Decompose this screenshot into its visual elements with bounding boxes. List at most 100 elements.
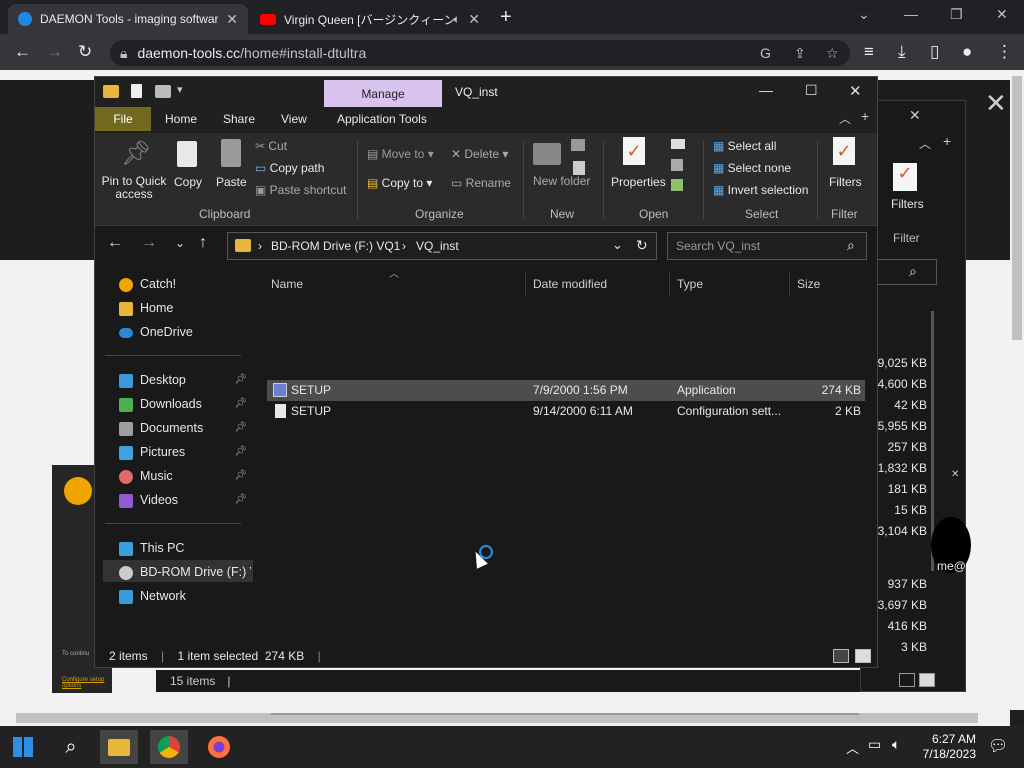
move-to-button[interactable]: ▤ Move to ▾: [367, 147, 434, 161]
network-icon[interactable]: ▭: [868, 736, 881, 753]
rename-button[interactable]: ▭ Rename: [451, 176, 511, 190]
nav-item-pictures[interactable]: Pictures 📌︎: [119, 441, 253, 463]
column-type[interactable]: Type: [677, 277, 703, 291]
horizontal-scrollbar[interactable]: [271, 713, 859, 715]
details-view-icon[interactable]: [899, 673, 915, 687]
maximize-icon[interactable]: ☐: [805, 82, 818, 99]
properties-button[interactable]: Properties: [611, 175, 666, 189]
column-divider[interactable]: [669, 271, 670, 297]
back-icon[interactable]: ←: [14, 42, 31, 62]
breadcrumb-folder[interactable]: VQ_inst: [416, 239, 459, 253]
reload-icon[interactable]: ↻: [78, 42, 92, 62]
scrollbar-thumb[interactable]: [1012, 76, 1022, 340]
nav-item-documents[interactable]: Documents 📌︎: [119, 417, 253, 439]
tab-view[interactable]: View: [281, 112, 307, 126]
file-row-setup-exe[interactable]: SETUP 7/9/2000 1:56 PM Application 274 K…: [267, 380, 865, 401]
new-tab-icon[interactable]: +: [500, 6, 512, 29]
menu-icon[interactable]: ⋮: [996, 42, 1013, 62]
bookmark-star-icon[interactable]: ☆: [826, 40, 839, 66]
column-divider[interactable]: [525, 271, 526, 297]
pin-ribbon-icon[interactable]: +: [943, 133, 951, 149]
new-item-icon[interactable]: [571, 139, 585, 151]
minimize-icon[interactable]: —: [759, 82, 773, 98]
nav-item-music[interactable]: Music 📌︎: [119, 465, 253, 487]
breadcrumb-drive[interactable]: BD-ROM Drive (F:) VQ1: [271, 239, 400, 253]
download-icon[interactable]: ⤓: [898, 42, 906, 62]
search-icon[interactable]: ⌕: [52, 730, 90, 764]
copy-button[interactable]: Copy: [174, 175, 202, 189]
search-icon[interactable]: ⌕: [847, 237, 855, 254]
volume-icon[interactable]: 🔈︎: [892, 736, 900, 753]
close-icon[interactable]: ✕: [951, 469, 959, 480]
help-plus-icon[interactable]: +: [861, 108, 869, 124]
google-icon[interactable]: G: [760, 40, 771, 66]
large-icons-view-icon[interactable]: [855, 649, 871, 663]
breadcrumb[interactable]: › BD-ROM Drive (F:) VQ1 › VQ_inst ⌄ ↻: [227, 232, 657, 260]
side-panel-icon[interactable]: ▯: [930, 42, 939, 62]
search-icon[interactable]: ⌕: [909, 263, 917, 280]
close-icon[interactable]: ✕: [909, 107, 921, 124]
nav-item-this-pc[interactable]: This PC: [119, 537, 184, 559]
close-tab-icon[interactable]: ✕: [226, 11, 238, 28]
close-window-icon[interactable]: ✕: [996, 6, 1008, 23]
new-folder-button[interactable]: New folder: [533, 175, 590, 188]
tab-share[interactable]: Share: [223, 112, 255, 126]
nav-item-network[interactable]: Network: [119, 585, 186, 607]
close-tab-icon[interactable]: ✕: [468, 11, 480, 28]
show-hidden-icons-icon[interactable]: ︿: [846, 738, 859, 757]
close-overlay-icon[interactable]: ✕: [985, 88, 1007, 119]
paste-shortcut-button[interactable]: ▣ Paste shortcut: [255, 183, 346, 197]
taskbar-firefox[interactable]: [200, 730, 238, 764]
nav-item-catch[interactable]: Catch!: [119, 273, 176, 295]
tab-application-tools[interactable]: Application Tools: [337, 112, 427, 126]
pin-to-quick-access-button[interactable]: Pin to Quick access: [101, 175, 167, 201]
column-name[interactable]: Name: [271, 277, 303, 291]
chevron-down-icon[interactable]: ▾: [177, 83, 183, 96]
properties-quick-icon[interactable]: [131, 84, 142, 98]
nav-item-bd-rom[interactable]: BD-ROM Drive (F:) VQ1: [119, 561, 251, 583]
taskbar-file-explorer[interactable]: [100, 730, 138, 764]
filters-icon[interactable]: ✓: [893, 163, 917, 191]
delete-button[interactable]: ✕ Delete ▾: [451, 147, 508, 161]
title-bar[interactable]: ▾ Manage VQ_inst — ☐ ✕: [95, 77, 877, 107]
minimize-icon[interactable]: —: [904, 6, 918, 22]
tab-file[interactable]: File: [95, 107, 151, 131]
filters-button[interactable]: Filters: [891, 197, 924, 211]
nav-item-downloads[interactable]: Downloads 📌︎: [119, 393, 253, 415]
reading-list-icon[interactable]: ≡: [864, 42, 874, 62]
taskbar-chrome[interactable]: [150, 730, 188, 764]
chevron-up-icon[interactable]: ︿: [919, 135, 931, 152]
nav-item-onedrive[interactable]: OneDrive: [119, 321, 193, 343]
column-date-modified[interactable]: Date modified: [533, 277, 607, 291]
paste-button[interactable]: Paste: [216, 175, 247, 189]
select-all-button[interactable]: ▦ Select all: [713, 139, 776, 153]
back-icon[interactable]: ←: [107, 234, 123, 252]
filters-button[interactable]: Filters: [829, 175, 862, 189]
nav-item-desktop[interactable]: Desktop 📌︎: [119, 369, 253, 391]
file-explorer-window[interactable]: ▾ Manage VQ_inst — ☐ ✕ File Home Share V…: [94, 76, 878, 715]
audio-playing-icon[interactable]: 🔈︎: [453, 12, 460, 27]
column-size[interactable]: Size: [797, 277, 820, 291]
browser-tab-youtube[interactable]: Virgin Queen [バージンクィーン] 🔈︎ ✕: [250, 4, 490, 34]
edit-icon[interactable]: [671, 159, 683, 171]
close-icon[interactable]: ✕: [849, 82, 862, 100]
notifications-icon[interactable]: 💬︎: [988, 736, 1008, 756]
nav-item-videos[interactable]: Videos 📌︎: [119, 489, 253, 511]
invert-selection-button[interactable]: ▦ Invert selection: [713, 183, 808, 197]
history-icon[interactable]: [671, 179, 683, 191]
search-input[interactable]: Search VQ_inst: [667, 232, 867, 260]
chevron-up-icon[interactable]: ︿: [839, 110, 851, 127]
new-folder-quick-icon[interactable]: [155, 85, 171, 98]
browser-tab-daemon[interactable]: DAEMON Tools - imaging software ✕: [8, 4, 248, 34]
tab-search-icon[interactable]: ⌄: [858, 6, 870, 23]
tab-manage[interactable]: Manage: [324, 80, 442, 107]
recent-locations-icon[interactable]: ⌄: [175, 236, 185, 250]
share-icon[interactable]: ⇪: [794, 40, 806, 66]
details-view-icon[interactable]: [833, 649, 849, 663]
forward-icon[interactable]: →: [46, 42, 63, 62]
forward-icon[interactable]: →: [141, 234, 157, 252]
copy-path-button[interactable]: ▭ Copy path: [255, 161, 324, 175]
configure-link[interactable]: Configure setup options: [62, 677, 112, 689]
chevron-down-icon[interactable]: ⌄: [612, 237, 623, 253]
refresh-icon[interactable]: ↻: [636, 237, 648, 254]
